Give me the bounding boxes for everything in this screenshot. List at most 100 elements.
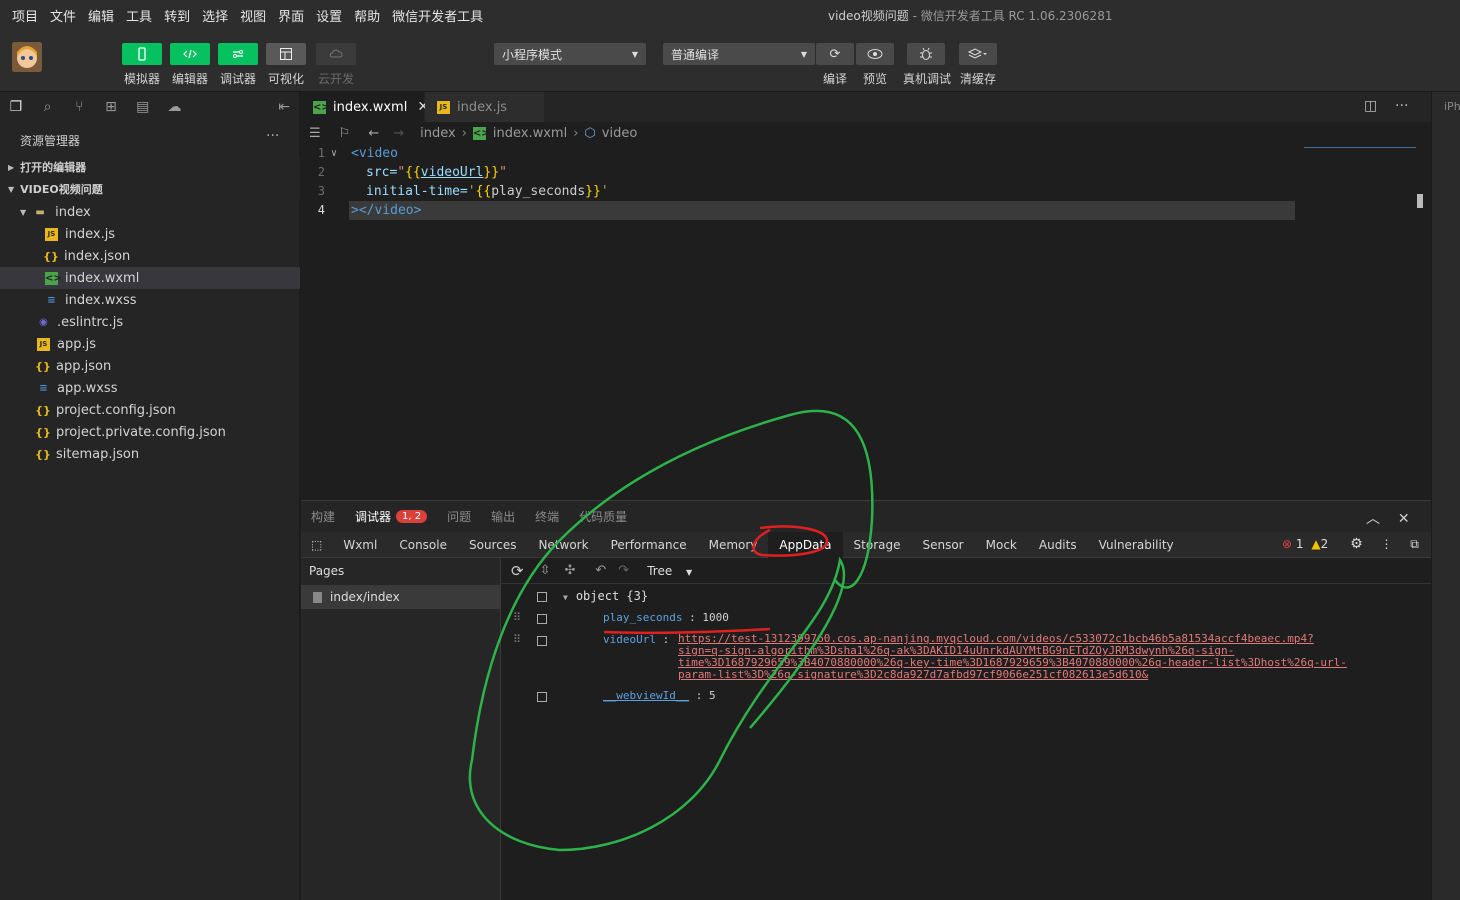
menu-wechat-devtools[interactable]: 微信开发者工具 [380, 6, 483, 25]
scrollbar-thumb[interactable] [1417, 194, 1423, 208]
docker-icon[interactable]: ☁ [159, 92, 191, 122]
row-checkbox[interactable] [537, 636, 547, 646]
data-value[interactable]: 5 [709, 689, 716, 702]
row-checkbox[interactable] [537, 592, 547, 602]
expand-all-icon[interactable]: ⇳ [540, 563, 551, 578]
simulator-button[interactable] [122, 43, 162, 65]
page-item[interactable]: index/index [301, 585, 500, 609]
tree-folder-index[interactable]: ▼ ▬ index [0, 201, 300, 223]
tree-item-index-js[interactable]: JS index.js [0, 223, 300, 245]
tab-sensor[interactable]: Sensor [911, 532, 974, 558]
open-editors-section[interactable]: ▶ 打开的编辑器 [0, 156, 300, 178]
menu-project[interactable]: 项目 [0, 6, 38, 25]
menu-edit[interactable]: 编辑 [76, 6, 114, 25]
tree-root[interactable]: ▼ object {3} [563, 589, 648, 603]
data-row-play-seconds[interactable]: play_seconds : 1000 [603, 611, 729, 624]
list-icon[interactable]: ☰ [309, 126, 321, 141]
view-mode-select[interactable]: Tree ▼ [647, 564, 692, 578]
tree-item-app-wxss[interactable]: ≡ app.wxss [0, 377, 300, 399]
tree-item-app-json[interactable]: {} app.json [0, 355, 300, 377]
more-vertical-icon[interactable]: ⋮ [1380, 537, 1392, 551]
tab-terminal[interactable]: 终端 [525, 508, 569, 525]
drag-handle-icon[interactable]: ⠿ [513, 611, 521, 624]
warning-count[interactable]: 2 [1321, 537, 1329, 551]
data-row-webview-id[interactable]: __webviewId__ : 5 [603, 689, 716, 702]
menu-view[interactable]: 视图 [228, 6, 266, 25]
redo-icon[interactable]: ↷ [618, 563, 629, 578]
breadcrumb-folder[interactable]: index [420, 126, 456, 141]
tab-memory[interactable]: Memory [698, 532, 769, 558]
drag-handle-icon[interactable]: ⠿ [513, 633, 521, 646]
tab-console[interactable]: Console [388, 532, 458, 558]
menu-file[interactable]: 文件 [38, 6, 76, 25]
tab-storage[interactable]: Storage [843, 532, 912, 558]
tab-network[interactable]: Network [527, 532, 599, 558]
menu-settings[interactable]: 设置 [304, 6, 342, 25]
tab-code-quality[interactable]: 代码质量 [569, 508, 637, 525]
mode-select[interactable]: 小程序模式 ▼ [494, 43, 646, 65]
tab-sources[interactable]: Sources [458, 532, 527, 558]
preview-button[interactable] [856, 43, 894, 65]
remote-debug-button[interactable] [907, 43, 945, 65]
editor-button[interactable] [170, 43, 210, 65]
undo-icon[interactable]: ↶ [595, 563, 606, 578]
debugger-button[interactable] [218, 43, 258, 65]
forward-icon[interactable]: → [393, 126, 404, 141]
tree-item-app-js[interactable]: JS app.js [0, 333, 300, 355]
tree-item-index-wxss[interactable]: ≡ index.wxss [0, 289, 300, 311]
fold-chevron-icon[interactable]: ∨ [331, 144, 337, 163]
breadcrumb-file[interactable]: index.wxml [493, 126, 567, 141]
tab-index-js[interactable]: JS index.js [425, 92, 545, 122]
tab-performance[interactable]: Performance [600, 532, 698, 558]
tab-debugger[interactable]: 调试器 1, 2 [345, 508, 437, 525]
compile-select[interactable]: 普通编译 ▼ [663, 43, 815, 65]
breadcrumb-element[interactable]: video [602, 126, 638, 141]
visual-button[interactable] [266, 43, 306, 65]
database-icon[interactable]: ▤ [127, 92, 159, 122]
back-icon[interactable]: ← [368, 126, 379, 141]
tab-appdata[interactable]: AppData [768, 531, 843, 558]
code-editor[interactable]: 1 ∨ <video 2 src="{{videoUrl}}" 3 initial-ti… [301, 144, 1431, 500]
data-value[interactable]: 1000 [702, 611, 729, 624]
menu-help[interactable]: 帮助 [342, 6, 380, 25]
tree-item-sitemap[interactable]: {} sitemap.json [0, 443, 300, 465]
collapse-sidebar-icon[interactable]: ⇤ [268, 92, 300, 122]
data-value-url[interactable]: https://test-1312399760.cos.ap-nanjing.m… [678, 633, 1347, 681]
close-icon[interactable]: ✕ [1398, 511, 1410, 527]
gear-icon[interactable]: ⚙ [1350, 536, 1363, 552]
git-branch-icon[interactable]: ⑂ [63, 92, 95, 122]
inspect-icon[interactable]: ⬚ [301, 532, 332, 558]
collapse-all-icon[interactable]: ✣ [564, 563, 575, 578]
menu-goto[interactable]: 转到 [152, 6, 190, 25]
tab-index-wxml[interactable]: <> index.wxml ✕ [301, 92, 429, 122]
menu-select[interactable]: 选择 [190, 6, 228, 25]
tab-audits[interactable]: Audits [1028, 532, 1088, 558]
tab-mock[interactable]: Mock [975, 532, 1028, 558]
cloud-button[interactable] [316, 43, 356, 65]
extensions-icon[interactable]: ⊞ [95, 92, 127, 122]
bookmark-icon[interactable]: ⚐ [339, 126, 351, 141]
tab-vulnerability[interactable]: Vulnerability [1088, 532, 1185, 558]
more-icon[interactable]: ··· [1395, 98, 1408, 114]
row-checkbox[interactable] [537, 614, 547, 624]
chevron-up-icon[interactable]: ︿ [1366, 511, 1380, 527]
more-icon[interactable]: ··· [266, 128, 279, 144]
clear-cache-button[interactable] [959, 43, 997, 65]
tab-wxml[interactable]: Wxml [332, 532, 388, 558]
compile-button[interactable]: ⟳ [816, 43, 854, 65]
avatar[interactable] [12, 42, 42, 72]
menu-interface[interactable]: 界面 [266, 6, 304, 25]
tree-item-project-config[interactable]: {} project.config.json [0, 399, 300, 421]
tab-build[interactable]: 构建 [301, 508, 345, 525]
row-checkbox[interactable] [537, 692, 547, 702]
tree-item-project-private-config[interactable]: {} project.private.config.json [0, 421, 300, 443]
project-section[interactable]: ▼ VIDEO视频问题 [0, 178, 300, 200]
data-row-video-url[interactable]: videoUrl : [603, 633, 669, 646]
split-editor-icon[interactable]: ◫ [1364, 98, 1377, 114]
error-count[interactable]: 1 [1296, 537, 1304, 551]
tab-problems[interactable]: 问题 [437, 508, 481, 525]
tab-output[interactable]: 输出 [481, 508, 525, 525]
tree-item-index-json[interactable]: {} index.json [0, 245, 300, 267]
tree-item-index-wxml[interactable]: <> index.wxml [0, 267, 300, 289]
files-icon[interactable]: ❐ [0, 92, 32, 122]
